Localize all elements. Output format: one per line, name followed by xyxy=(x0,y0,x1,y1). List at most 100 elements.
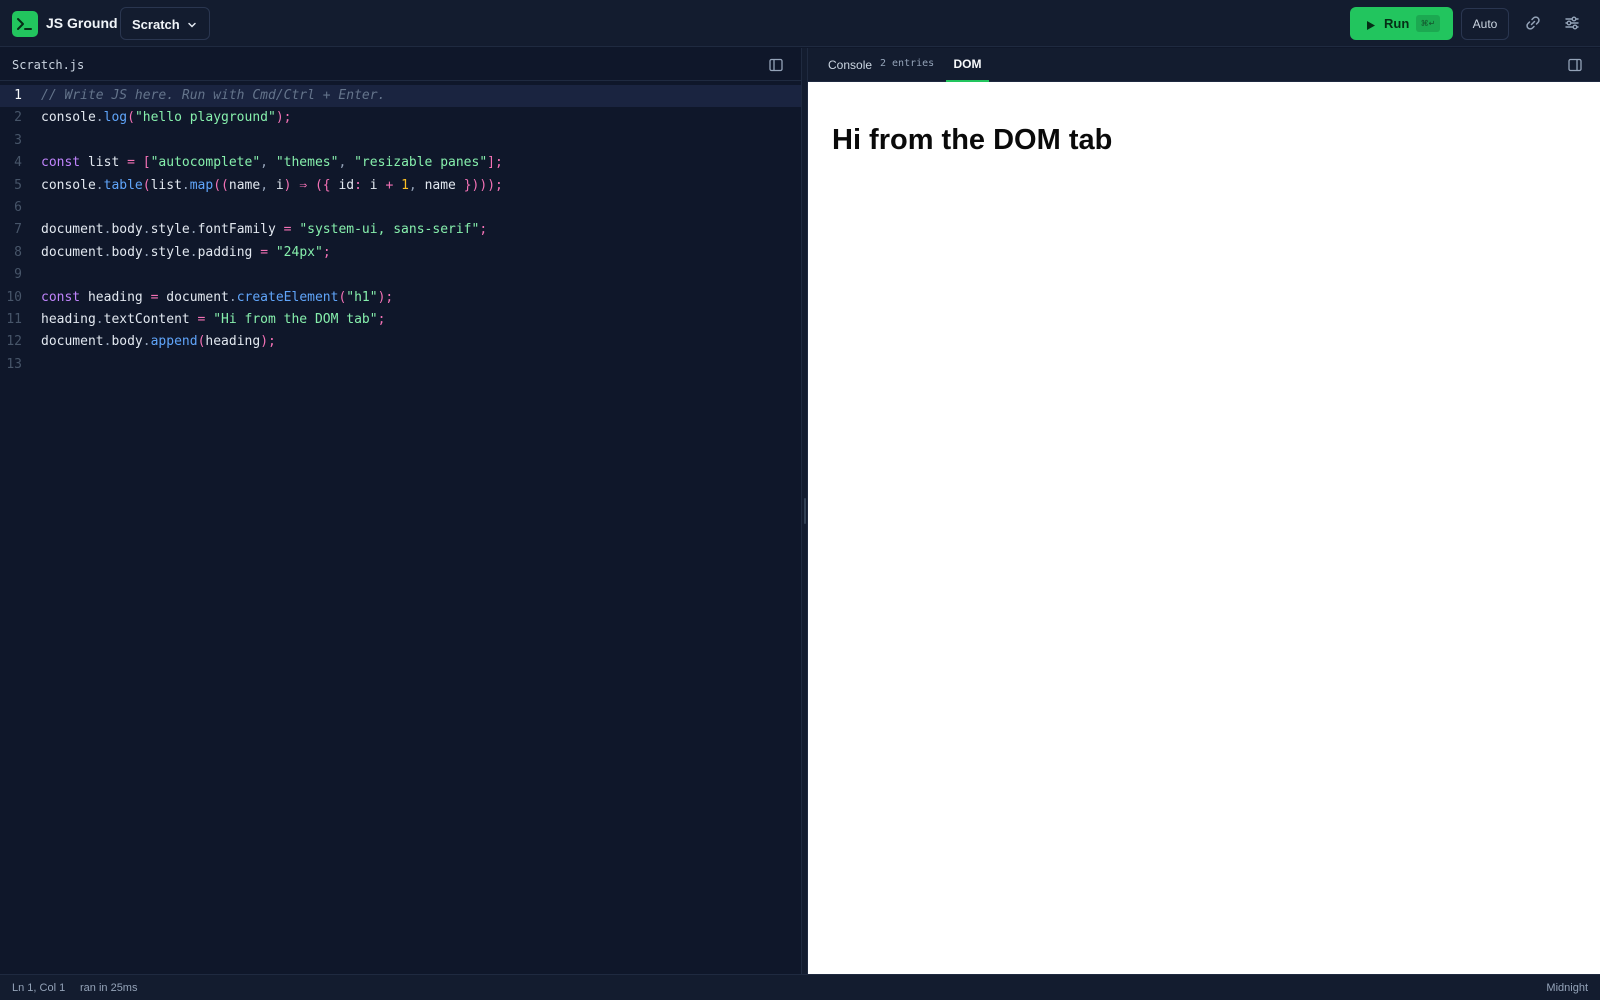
code-token: . xyxy=(142,244,151,260)
code-line[interactable]: 3 xyxy=(0,130,801,152)
line-number: 11 xyxy=(6,311,22,327)
code-token: console xyxy=(41,110,96,126)
pane-resize-handle[interactable] xyxy=(801,48,808,974)
code-token: ) ⇒ ({ xyxy=(283,177,339,193)
code-token: ); xyxy=(377,289,394,305)
code-token: ; xyxy=(322,244,331,260)
line-number: 13 xyxy=(6,356,22,372)
line-number: 8 xyxy=(14,244,22,260)
code-token: list xyxy=(80,155,128,171)
panel-icon[interactable] xyxy=(1567,57,1583,78)
sliders-icon[interactable] xyxy=(1561,12,1583,34)
code-token: (( xyxy=(213,177,229,193)
cursor-position: Ln 1, Col 1 xyxy=(12,982,66,994)
code-token: document xyxy=(166,289,229,305)
file-name: Scratch.js xyxy=(12,58,85,72)
code-token: id xyxy=(338,177,355,193)
code-line[interactable]: 10 const heading = document.createElement… xyxy=(0,287,801,309)
code-line[interactable]: 7 document.body.style.fontFamily = "syste… xyxy=(0,219,801,241)
code-editor[interactable]: 1 // Write JS here. Run with Cmd/Ctrl + E… xyxy=(0,85,801,376)
code-token: }))); xyxy=(463,177,503,193)
code-token: , xyxy=(408,177,425,193)
code-token: . xyxy=(95,177,104,193)
code-token: console xyxy=(41,177,96,193)
code-token: list xyxy=(150,177,182,193)
chevron-down-icon xyxy=(186,18,198,36)
code-line[interactable]: 1 // Write JS here. Run with Cmd/Ctrl + E… xyxy=(0,85,801,108)
code-token: append xyxy=(150,334,198,350)
code-token: ]; xyxy=(487,155,503,171)
line-number: 7 xyxy=(14,222,22,238)
line-number: 12 xyxy=(6,334,22,350)
theme-name[interactable]: Midnight xyxy=(1546,982,1588,994)
line-number: 6 xyxy=(14,199,22,215)
line-number: 4 xyxy=(14,155,22,171)
code-token: = xyxy=(197,311,214,327)
line-number: 3 xyxy=(14,132,22,148)
code-token: . xyxy=(189,222,198,238)
code-line[interactable]: 11 heading.textContent = "Hi from the DOM… xyxy=(0,309,801,331)
code-token: heading xyxy=(205,334,261,350)
code-line[interactable]: 6 xyxy=(0,197,801,219)
auto-run-toggle[interactable]: Auto xyxy=(1461,8,1509,40)
tab-dom-label: DOM xyxy=(953,57,982,71)
preview-tabs: Console 2 entries DOM xyxy=(808,48,1600,82)
code-token: document xyxy=(41,222,104,238)
code-line[interactable]: 4 const list = ["autocomplete", "themes",… xyxy=(0,152,801,174)
terminal-icon xyxy=(12,11,38,37)
panel-icon[interactable] xyxy=(768,57,784,78)
code-token: "autocomplete" xyxy=(150,155,261,171)
project-name: Scratch xyxy=(132,17,180,32)
code-token: i xyxy=(369,177,386,193)
code-token: . xyxy=(142,222,151,238)
dom-preview: Hi from the DOM tab xyxy=(808,82,1600,974)
code-line[interactable]: 5 console.table(list.map((name, i) ⇒ ({ i… xyxy=(0,175,801,197)
tab-console[interactable]: Console 2 entries xyxy=(808,48,934,82)
app-name: JS Ground xyxy=(46,15,118,31)
dom-heading: Hi from the DOM tab xyxy=(832,124,1113,156)
editor-pane: Scratch.js 1 // Write JS here. Run with C… xyxy=(0,48,801,974)
code-token: "hello playground" xyxy=(134,110,276,126)
run-button[interactable]: Run ⌘↵ xyxy=(1350,7,1453,40)
line-text: document.body.append(heading); xyxy=(41,331,276,353)
code-token: "resizable panes" xyxy=(354,155,488,171)
code-token: , xyxy=(260,155,276,171)
line-text: document.body.style.padding = "24px"; xyxy=(41,242,331,264)
code-token: 1 xyxy=(401,177,409,193)
link-icon[interactable] xyxy=(1522,12,1544,34)
code-token: "h1" xyxy=(346,289,378,305)
code-token: "24px" xyxy=(275,244,323,260)
code-token: heading xyxy=(41,311,96,327)
play-icon xyxy=(1365,18,1376,36)
code-token: ); xyxy=(275,110,292,126)
run-time: ran in 25ms xyxy=(80,982,138,994)
code-token: map xyxy=(189,177,214,193)
project-select[interactable]: Scratch xyxy=(120,7,210,40)
code-token: body xyxy=(111,334,143,350)
code-token: = [ xyxy=(127,155,151,171)
code-token: . xyxy=(95,110,104,126)
code-line[interactable]: 8 document.body.style.padding = "24px"; xyxy=(0,242,801,264)
code-token: ( xyxy=(142,177,151,193)
code-token: createElement xyxy=(236,289,339,305)
code-line[interactable]: 13 xyxy=(0,354,801,376)
code-token: + xyxy=(385,177,402,193)
code-token: table xyxy=(103,177,143,193)
run-label: Run xyxy=(1384,16,1410,31)
run-shortcut: ⌘↵ xyxy=(1416,15,1440,32)
resize-grip xyxy=(804,498,806,524)
line-number: 1 xyxy=(14,88,22,103)
tab-dom[interactable]: DOM xyxy=(946,48,989,82)
console-entry-count: 2 entries xyxy=(880,58,935,69)
line-text: // Write JS here. Run with Cmd/Ctrl + En… xyxy=(41,85,385,107)
preview-pane: Console 2 entries DOM Hi from the DOM ta… xyxy=(808,48,1600,974)
line-text: heading.textContent = "Hi from the DOM t… xyxy=(41,309,385,331)
code-token: . xyxy=(142,334,151,350)
code-line[interactable]: 2 console.log("hello playground"); xyxy=(0,107,801,129)
code-token: = xyxy=(150,289,167,305)
code-token: . xyxy=(189,244,198,260)
code-token: ; xyxy=(479,222,488,238)
code-token: log xyxy=(103,110,128,126)
code-line[interactable]: 9 xyxy=(0,264,801,286)
code-line[interactable]: 12 document.body.append(heading); xyxy=(0,331,801,353)
